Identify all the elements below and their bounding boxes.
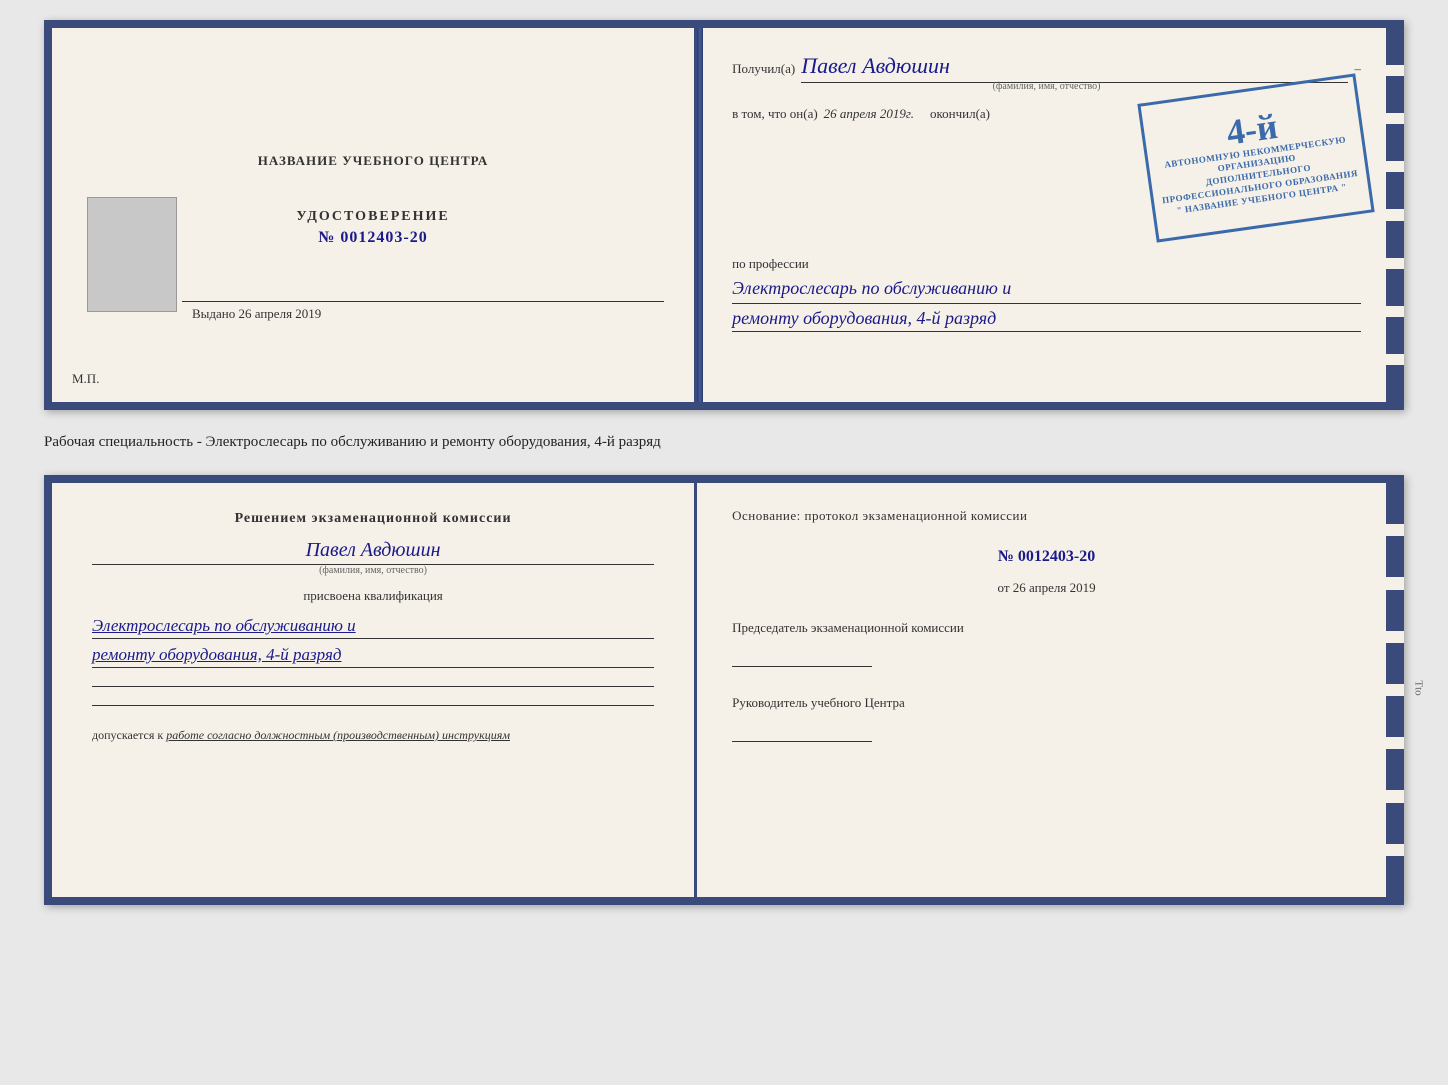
dopuskaetsya-value: работе согласно должностным (производств… [166, 728, 510, 742]
stamp-line2: ДОПОЛНИТЕЛЬНОГО ПРОФЕССИОНАЛЬНОГО ОБРАЗО… [1160, 156, 1359, 207]
professiya-line1: Электрослесарь по обслуживанию и [732, 276, 1361, 304]
predsedatel-block: Председатель экзаменационной комиссии [732, 620, 1361, 671]
poluchil-label: Получил(а) [732, 61, 795, 77]
separator-label: Рабочая специальность - Электрослесарь п… [44, 434, 661, 450]
dash: – [1354, 61, 1361, 77]
separator-text: Рабочая специальность - Электрослесарь п… [44, 428, 1404, 457]
professiya-line2: ремонту оборудования, 4-й разряд [732, 308, 1361, 332]
dopuskaetsya-label: допускается к [92, 728, 163, 742]
stamp-line1: АВТОНОМНУЮ НЕКОММЕРЧЕСКУЮ ОРГАНИЗАЦИЮ [1156, 133, 1355, 184]
predsedatel-signature-line [732, 666, 872, 667]
vydano-label: Выдано [192, 306, 235, 321]
dopuskaetsya-block: допускается к работе согласно должностны… [92, 728, 654, 743]
vtom-label: в том, что он(а) [732, 106, 818, 122]
vydano-date: 26 апреля 2019 [239, 306, 322, 321]
signature-line [182, 301, 664, 302]
kval-line1: Электрослесарь по обслуживанию и [92, 616, 654, 639]
udostoverenie-number: № 0012403-20 [318, 229, 427, 246]
resheniem-title: Решением экзаменационной комиссии [92, 511, 654, 527]
bottom-person-block: Павел Авдюшин (фамилия, имя, отчество) [92, 539, 654, 576]
tto-label: Tto [1412, 680, 1424, 695]
blank-line-1 [92, 686, 654, 687]
prisvoena-text: присвоена квалификация [92, 588, 654, 604]
stamp-line3: " НАЗВАНИЕ УЧЕБНОГО ЦЕНТРА " [1176, 181, 1347, 216]
poluchil-line: Получил(а) Павел Авдюшин – [732, 53, 1361, 83]
right-border-stripes [1386, 28, 1404, 402]
okochil-label: окончил(а) [930, 106, 990, 122]
photo-placeholder [87, 197, 177, 312]
bottom-right-border-stripes [1386, 483, 1404, 897]
stamp: 4-й АВТОНОМНУЮ НЕКОММЕРЧЕСКУЮ ОРГАНИЗАЦИ… [1137, 73, 1374, 242]
predsedatel-label: Председатель экзаменационной комиссии [732, 620, 1361, 636]
poluchil-block: Получил(а) Павел Авдюшин – (фамилия, имя… [732, 53, 1361, 92]
person-name-top: Павел Авдюшин [801, 53, 1348, 83]
udostoverenie-label: УДОСТОВЕРЕНИЕ [296, 209, 449, 225]
vydano-line: Выдано 26 апреля 2019 [192, 306, 321, 322]
mp-label: М.П. [72, 371, 99, 387]
top-document: НАЗВАНИЕ УЧЕБНОГО ЦЕНТРА УДОСТОВЕРЕНИЕ №… [44, 20, 1404, 410]
bottom-person-name: Павел Авдюшин [92, 539, 654, 565]
bottom-left-panel: Решением экзаменационной комиссии Павел … [52, 483, 697, 897]
top-left-panel: НАЗВАНИЕ УЧЕБНОГО ЦЕНТРА УДОСТОВЕРЕНИЕ №… [52, 28, 697, 402]
rukovoditel-block: Руководитель учебного Центра [732, 695, 1361, 746]
vtom-block: в том, что он(а) 26 апреля 2019г. окончи… [732, 106, 1361, 122]
top-right-panel: Получил(а) Павел Авдюшин – (фамилия, имя… [697, 28, 1396, 402]
udostoverenie-block: УДОСТОВЕРЕНИЕ № 0012403-20 [296, 209, 449, 247]
ot-date: 26 апреля 2019 [1013, 580, 1096, 595]
top-left-title: НАЗВАНИЕ УЧЕБНОГО ЦЕНТРА [258, 153, 489, 169]
bottom-document: Решением экзаменационной комиссии Павел … [44, 475, 1404, 905]
bottom-fio-hint: (фамилия, имя, отчество) [92, 565, 654, 576]
ot-date-line: от 26 апреля 2019 [732, 580, 1361, 596]
professiya-block: по профессии Электрослесарь по обслужива… [732, 256, 1361, 332]
ot-label: от [998, 580, 1010, 595]
protocol-number: № 0012403-20 [732, 548, 1361, 566]
kval-block: Электрослесарь по обслуживанию и ремонту… [92, 616, 654, 668]
bottom-right-panel: Основание: протокол экзаменационной коми… [697, 483, 1396, 897]
vtom-date: 26 апреля 2019г. [824, 106, 914, 122]
professiya-label: по профессии [732, 256, 1361, 272]
rukovoditel-signature-line [732, 741, 872, 742]
blank-line-2 [92, 705, 654, 706]
kval-line2: ремонту оборудования, 4-й разряд [92, 645, 654, 668]
rukovoditel-label: Руководитель учебного Центра [732, 695, 1361, 711]
osnovanie-text: Основание: протокол экзаменационной коми… [732, 508, 1361, 524]
